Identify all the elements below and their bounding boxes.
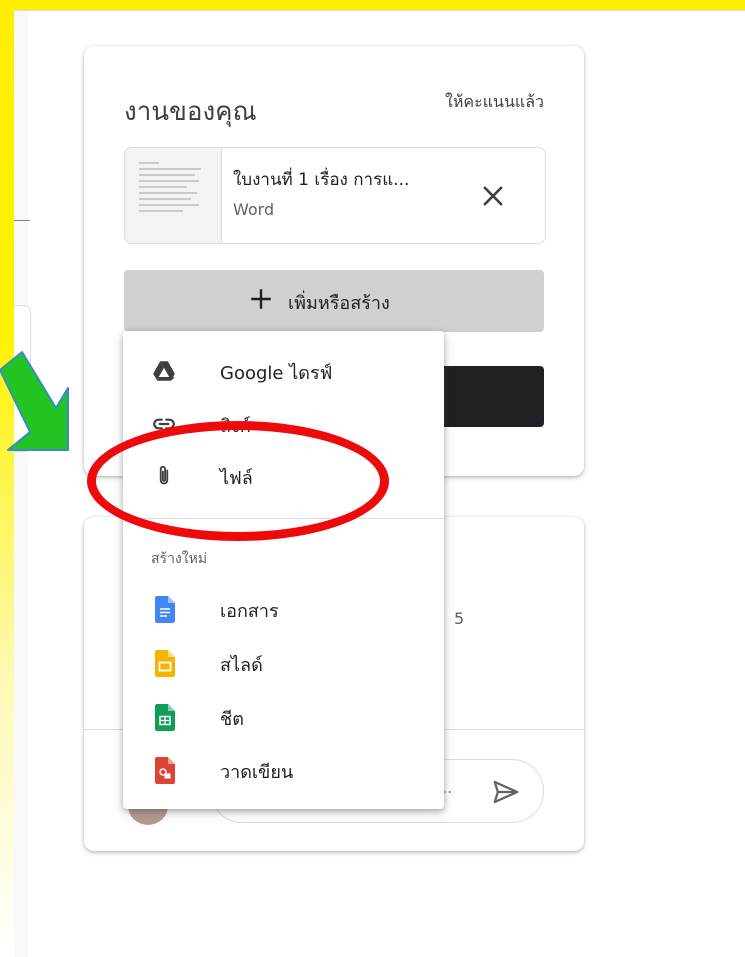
left-panel-edge <box>14 11 28 957</box>
comment-count: 5 <box>454 609 465 628</box>
yellow-frame-left <box>0 0 14 957</box>
attachment-thumbnail <box>125 148 222 243</box>
attachment-type: Word <box>233 200 275 219</box>
add-or-create-menu: Google ไดรฟ์ ลิงก์ ไฟล์ สร้างใหม่ เอกสาร… <box>123 331 444 809</box>
menu-item-drawings-label: วาดเขียน <box>220 762 294 783</box>
plus-icon <box>251 289 271 309</box>
remove-attachment-close-icon[interactable] <box>479 182 507 210</box>
menu-item-drawings[interactable]: วาดเขียน <box>123 745 444 795</box>
menu-item-docs-label: เอกสาร <box>220 601 279 622</box>
create-new-section-label: สร้างใหม่ <box>151 551 208 567</box>
menu-item-google-drive[interactable]: Google ไดรฟ์ <box>123 346 444 396</box>
attachment-card[interactable]: ใบงานที่ 1 เรื่อง การแ... Word <box>124 147 546 244</box>
left-divider <box>14 220 30 221</box>
menu-item-docs[interactable]: เอกสาร <box>123 584 444 634</box>
google-sheets-icon <box>155 704 175 731</box>
add-or-create-label: เพิ่มหรือสร้าง <box>288 293 390 314</box>
send-icon[interactable] <box>491 777 521 807</box>
menu-item-sheets[interactable]: ชีต <box>123 692 444 742</box>
red-highlight-ellipse <box>87 421 389 541</box>
google-drawings-icon <box>155 757 175 784</box>
green-arrow-annotation <box>0 351 69 451</box>
yellow-frame-top <box>0 0 745 10</box>
top-divider <box>14 10 745 11</box>
menu-item-google-drive-label: Google ไดรฟ์ <box>220 363 333 384</box>
attachment-name: ใบงานที่ 1 เรื่อง การแ... <box>233 170 410 190</box>
graded-status: ให้คะแนนแล้ว <box>445 92 544 111</box>
menu-item-slides-label: สไลด์ <box>220 655 263 676</box>
menu-item-slides[interactable]: สไลด์ <box>123 638 444 688</box>
google-slides-icon <box>155 650 175 677</box>
your-work-title: งานของคุณ <box>124 97 257 127</box>
google-docs-icon <box>155 596 175 623</box>
add-or-create-button[interactable]: เพิ่มหรือสร้าง <box>124 270 544 332</box>
menu-item-sheets-label: ชีต <box>220 709 244 730</box>
google-drive-icon <box>153 361 175 381</box>
